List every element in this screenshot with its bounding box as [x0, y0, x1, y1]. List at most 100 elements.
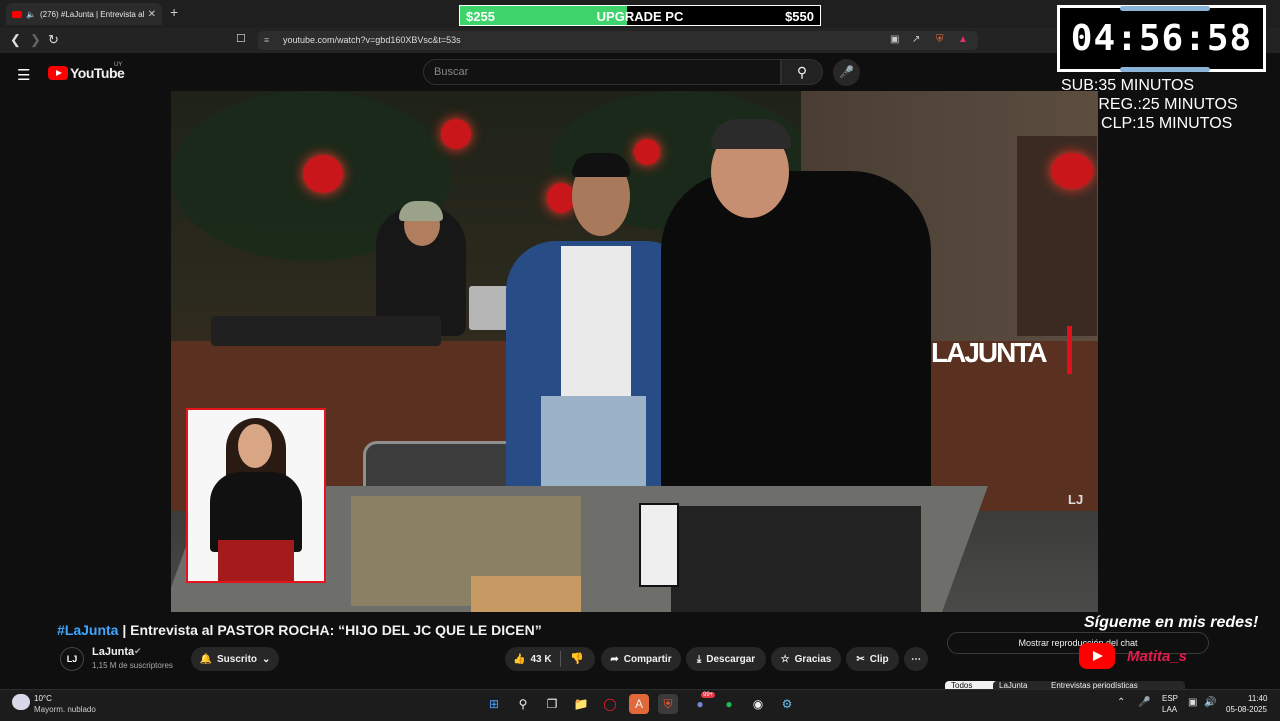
- download-button[interactable]: ⤓ Descargar: [686, 647, 766, 671]
- show-hidden-icons-icon[interactable]: ⌃: [1117, 697, 1125, 708]
- microphone-icon: 🎤: [839, 65, 854, 79]
- video-red-lamp: [1051, 153, 1093, 189]
- network-icon[interactable]: ▣: [1188, 697, 1197, 708]
- goal-label: UPGRADE PC: [596, 9, 684, 24]
- speaker-icon: 🔈: [26, 9, 36, 19]
- thanks-icon: ☆: [780, 653, 790, 665]
- file-explorer-icon[interactable]: 📁: [571, 694, 591, 714]
- steam-icon[interactable]: ⚙: [777, 694, 797, 714]
- verified-icon: ✔: [134, 646, 142, 656]
- subscribed-label: Suscrito: [217, 653, 258, 665]
- video-guest-jacket: [661, 171, 931, 501]
- volume-icon[interactable]: 🔊: [1204, 697, 1216, 708]
- weather-temperature[interactable]: 10°C: [34, 694, 52, 703]
- tab-title: (276) #LaJunta | Entrevista al: [39, 9, 144, 19]
- channel-watermark-icon[interactable]: LJ: [1068, 492, 1083, 507]
- thanks-button[interactable]: ☆ Gracias: [771, 647, 841, 671]
- video-napkin-holder: [639, 503, 679, 587]
- obs-icon[interactable]: ◉: [748, 694, 768, 714]
- video-placemat: [671, 506, 921, 612]
- video-red-lamp: [303, 155, 343, 193]
- video-red-lamp: [441, 119, 471, 149]
- clock-time[interactable]: 11:40: [1248, 694, 1267, 703]
- title-text: | Entrevista al PASTOR ROCHA: “HIJO DEL …: [118, 622, 542, 638]
- goal-current: $255: [466, 9, 495, 24]
- search-icon[interactable]: ⚲: [513, 694, 533, 714]
- youtube-social-icon: [1079, 643, 1115, 669]
- clip-label: Clip: [869, 653, 889, 665]
- cast-icon[interactable]: ▣: [890, 34, 899, 45]
- search-input[interactable]: [423, 59, 781, 85]
- download-icon: ⤓: [696, 653, 702, 665]
- discord-badge: 99+: [701, 692, 716, 698]
- share-label: Compartir: [623, 653, 672, 665]
- language-indicator[interactable]: ESP: [1162, 694, 1178, 703]
- bell-icon: 🔔: [199, 653, 213, 665]
- timer-countdown: 04:56:58: [1070, 18, 1253, 59]
- new-tab-button[interactable]: +: [170, 4, 178, 20]
- scissors-icon: ✂: [856, 653, 865, 665]
- spotify-icon[interactable]: ●: [719, 694, 739, 714]
- subathon-timer-overlay: 04:56:58: [1057, 5, 1266, 72]
- hamburger-menu-icon[interactable]: ☰: [17, 66, 30, 84]
- brave-shield-icon[interactable]: ⛨: [936, 34, 944, 45]
- brave-rewards-icon[interactable]: ▲: [958, 34, 968, 45]
- title-hashtag[interactable]: #LaJunta: [57, 622, 118, 638]
- share-icon[interactable]: ↗: [912, 34, 920, 45]
- follow-me-overlay: Sígueme en mis redes!: [1084, 614, 1259, 631]
- bookmark-icon[interactable]: ☐: [236, 32, 246, 45]
- brave-browser-icon[interactable]: ⛨: [658, 694, 678, 714]
- like-icon[interactable]: 👍: [513, 654, 525, 665]
- video-dj-cap: [399, 201, 443, 221]
- task-view-icon[interactable]: ❐: [542, 694, 562, 714]
- share-button[interactable]: ➦ Compartir: [601, 647, 681, 671]
- search-button[interactable]: ⚲: [781, 59, 823, 85]
- sign-language-inset: [186, 408, 326, 583]
- video-host-hair: [572, 153, 630, 177]
- subscribed-button[interactable]: 🔔 Suscrito ⌄: [191, 647, 279, 671]
- more-actions-button[interactable]: ⋯: [904, 647, 928, 671]
- download-label: Descargar: [706, 653, 756, 665]
- channel-name[interactable]: LaJunta: [92, 646, 134, 658]
- chevron-down-icon: ⌄: [262, 653, 271, 665]
- windows-start-icon[interactable]: ⊞: [484, 694, 504, 714]
- video-red-lamp: [634, 139, 660, 165]
- video-red-lamp: [547, 183, 575, 213]
- microphone-tray-icon[interactable]: 🎤: [1138, 697, 1150, 708]
- youtube-favicon-icon: [12, 10, 22, 18]
- voice-search-button[interactable]: 🎤: [833, 59, 860, 86]
- channel-avatar[interactable]: LJ: [60, 647, 84, 671]
- share-arrow-icon: ➦: [610, 653, 619, 665]
- forward-button[interactable]: ❯: [30, 32, 41, 48]
- app-a-icon[interactable]: A: [629, 694, 649, 714]
- video-guest-hair: [711, 119, 791, 149]
- weather-description[interactable]: Mayorm. nublado: [34, 705, 96, 714]
- search-icon: ⚲: [796, 64, 808, 80]
- youtube-logo-icon[interactable]: [48, 66, 68, 80]
- clip-button[interactable]: ✂ Clip: [846, 647, 899, 671]
- signer-face: [238, 424, 272, 468]
- keyboard-layout-indicator[interactable]: LAA: [1162, 705, 1177, 714]
- dislike-icon[interactable]: 👎: [570, 652, 584, 665]
- timer-decoration-bottom: [1120, 67, 1210, 72]
- streamer-handle: Matita_s: [1127, 648, 1188, 665]
- search-placeholder[interactable]: Buscar: [434, 66, 468, 78]
- like-count[interactable]: 43 K: [530, 654, 551, 665]
- weather-cloud-icon[interactable]: [12, 694, 30, 710]
- url-text[interactable]: youtube.com/watch?v=gbd160XBVsc&t=53s: [283, 35, 461, 45]
- video-cutting-board: [471, 576, 581, 612]
- back-button[interactable]: ❮: [10, 32, 21, 48]
- clock-date[interactable]: 05-08-2025: [1226, 705, 1267, 714]
- more-icon: ⋯: [911, 653, 921, 665]
- like-divider: [560, 651, 561, 667]
- timer-decoration-top: [1120, 6, 1210, 11]
- opera-icon[interactable]: ◯: [600, 694, 620, 714]
- browser-tab[interactable]: 🔈 (276) #LaJunta | Entrevista al ✕: [6, 3, 162, 25]
- reload-button[interactable]: ↻: [48, 32, 59, 48]
- close-tab-icon[interactable]: ✕: [148, 9, 156, 20]
- video-host-shirt: [561, 246, 631, 406]
- country-code: UY: [114, 62, 123, 68]
- video-title: #LaJunta | Entrevista al PASTOR ROCHA: “…: [57, 622, 542, 638]
- site-info-icon[interactable]: ≡: [264, 35, 269, 45]
- video-dj-controller: [211, 316, 441, 346]
